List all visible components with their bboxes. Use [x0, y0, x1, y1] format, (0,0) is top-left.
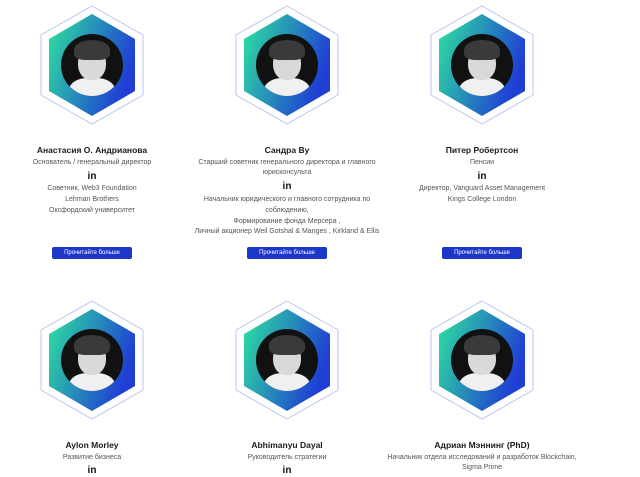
member-role: Начальник отдела исследований и разработ… [387, 454, 577, 471]
hexagon-frame [234, 4, 340, 126]
member-role: Руководитель стратегии [247, 454, 327, 461]
linkedin-icon[interactable]: in [281, 181, 293, 193]
read-more-button[interactable]: Прочитайте больше [247, 247, 327, 259]
linkedin-icon[interactable]: in [86, 465, 98, 477]
member-name: Aylon Morley [65, 440, 119, 450]
member-details: Директор, Vanguard Asset Management King… [418, 185, 546, 203]
member-role: Развитие бизнеса [62, 454, 122, 461]
avatar [256, 34, 318, 96]
avatar [451, 329, 513, 391]
hexagon-frame [234, 299, 340, 421]
hexagon-frame [39, 299, 145, 421]
avatar [61, 329, 123, 391]
member-role: Основатель / генеральный директор [32, 159, 152, 166]
avatar [61, 34, 123, 96]
linkedin-icon[interactable]: in [476, 171, 488, 183]
member-name: Abhimanyu Dayal [251, 440, 323, 450]
hexagon-frame [429, 299, 535, 421]
member-name: Сандра Ву [264, 145, 310, 155]
hexagon-frame [39, 4, 145, 126]
member-details: Советник, Web3 Foundation Lehman Brother… [47, 185, 137, 214]
member-details: Начальник юридического и главного сотруд… [194, 196, 380, 236]
member-name: Адриан Мэннинг (PhD) [434, 440, 530, 450]
avatar [256, 329, 318, 391]
member-role: Пенсии [469, 159, 495, 166]
member-name: Анастасия О. Андрианова [36, 145, 148, 155]
read-more-button[interactable]: Прочитайте больше [52, 247, 132, 259]
member-role: Старший советник генерального директора … [198, 159, 376, 176]
hexagon-frame [429, 4, 535, 126]
read-more-button[interactable]: Прочитайте больше [442, 247, 522, 259]
linkedin-icon[interactable]: in [281, 465, 293, 477]
linkedin-icon[interactable]: in [86, 171, 98, 183]
member-name: Питер Робертсон [445, 145, 519, 155]
avatar [451, 34, 513, 96]
